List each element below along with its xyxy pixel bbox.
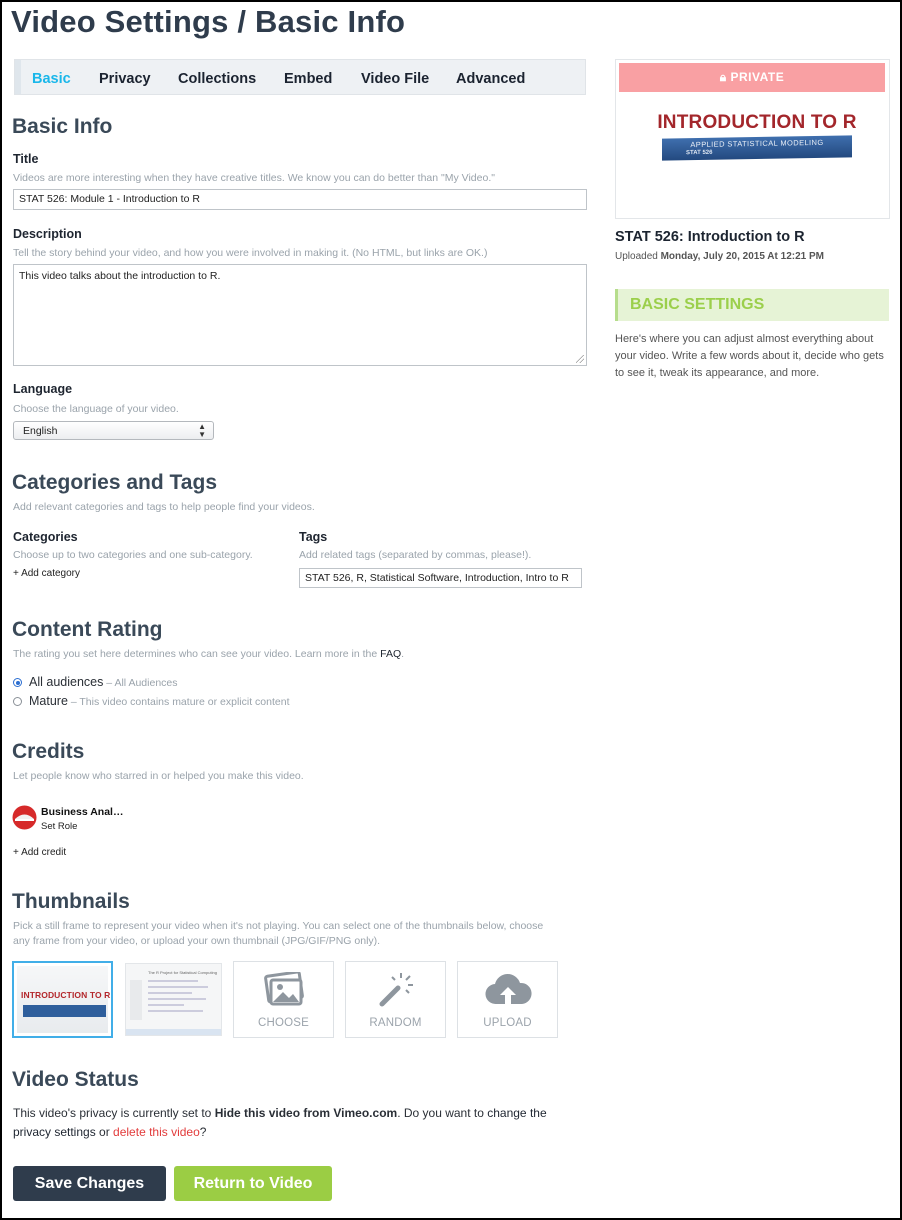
title-hint: Videos are more interesting when they ha… (13, 172, 495, 184)
thumbnails-heading: Thumbnails (12, 890, 130, 913)
random-thumbnail-button[interactable]: RANDOM (345, 961, 446, 1038)
settings-tabs: Basic Privacy Collections Embed Video Fi… (14, 59, 586, 95)
change-privacy-link-part2[interactable]: privacy settings (13, 1125, 96, 1139)
return-to-video-button[interactable]: Return to Video (174, 1166, 332, 1201)
video-status-text: This video's privacy is currently set to… (13, 1106, 547, 1139)
description-hint: Tell the story behind your video, and ho… (13, 247, 488, 259)
rating-mature-radio[interactable] (13, 697, 22, 706)
choose-label: CHOOSE (257, 1017, 310, 1029)
page-frame: Video Settings / Basic Info Basic Privac… (0, 0, 902, 1220)
thumbnail-1-image: INTRODUCTION TO R (17, 966, 111, 1033)
preview-title-text: INTRODUCTION TO R (657, 112, 857, 133)
thumbnail-1-title: INTRODUCTION TO R (21, 990, 111, 1000)
faq-link[interactable]: FAQ (380, 648, 401, 660)
upload-date: Uploaded Monday, July 20, 2015 At 12:21 … (615, 251, 824, 262)
video-title: STAT 526: Introduction to R (615, 229, 805, 245)
thumbnails-hint-line1: Pick a still frame to represent your vid… (13, 920, 544, 932)
resize-handle-icon[interactable] (576, 355, 584, 363)
tab-collections[interactable]: Collections (178, 71, 256, 87)
image-icon (264, 972, 304, 1006)
random-label: RANDOM (369, 1017, 422, 1029)
categories-tags-hint: Add relevant categories and tags to help… (13, 501, 315, 513)
preview-course-text: STAT 526 (686, 149, 713, 157)
preview-banner: APPLIED STATISTICAL MODELING STAT 526 (662, 135, 852, 161)
page-title: Video Settings / Basic Info (11, 4, 406, 39)
upload-label: UPLOAD (483, 1017, 532, 1029)
rating-all-audiences-label[interactable]: All audiences – All Audiences (29, 675, 178, 689)
thumbnail-frame-1[interactable]: INTRODUCTION TO R (12, 961, 113, 1038)
tags-hint: Add related tags (separated by commas, p… (299, 549, 532, 561)
avatar[interactable] (12, 805, 37, 830)
tab-advanced[interactable]: Advanced (456, 71, 525, 87)
description-textarea[interactable]: This video talks about the introduction … (13, 264, 587, 366)
rating-mature-label[interactable]: Mature – This video contains mature or e… (29, 694, 290, 708)
choose-thumbnail-button[interactable]: CHOOSE (233, 961, 334, 1038)
categories-hint: Choose up to two categories and one sub-… (13, 549, 253, 561)
thumbnails-hint-line2: any frame from your video, or upload you… (13, 935, 381, 947)
language-value: English (23, 425, 58, 437)
thumbnail-2-title: The R Project for Statistical Computing (148, 970, 217, 975)
credit-person-name[interactable]: Business Anal… (41, 806, 123, 818)
language-hint: Choose the language of your video. (13, 403, 179, 415)
title-input[interactable]: STAT 526: Module 1 - Introduction to R (13, 189, 587, 210)
content-rating-hint: The rating you set here determines who c… (13, 648, 405, 660)
language-label: Language (13, 382, 73, 396)
preview-subtitle-text: APPLIED STATISTICAL MODELING (690, 137, 824, 150)
save-changes-button[interactable]: Save Changes (13, 1166, 166, 1201)
lock-icon: 🔒︎ (719, 70, 731, 84)
tags-label: Tags (299, 530, 328, 544)
basic-settings-heading: BASIC SETTINGS (615, 289, 889, 321)
language-select[interactable]: English ▲ ▼ (13, 421, 214, 440)
tab-embed[interactable]: Embed (284, 71, 332, 87)
private-badge: 🔒︎ PRIVATE (619, 63, 885, 92)
video-status-heading: Video Status (12, 1068, 139, 1091)
change-privacy-link-part1[interactable]: change the (487, 1106, 546, 1120)
credit-set-role-link[interactable]: Set Role (41, 821, 77, 832)
tab-video-file[interactable]: Video File (361, 71, 429, 87)
tab-privacy[interactable]: Privacy (99, 71, 151, 87)
preview-artwork: INTRODUCTION TO R APPLIED STATISTICAL MO… (652, 107, 862, 167)
basic-info-heading: Basic Info (12, 115, 113, 138)
title-label: Title (13, 152, 39, 166)
magic-wand-icon (379, 973, 413, 1007)
credits-heading: Credits (12, 740, 85, 763)
upload-thumbnail-button[interactable]: UPLOAD (457, 961, 558, 1038)
categories-label: Categories (13, 530, 78, 544)
rating-all-audiences-radio[interactable] (13, 678, 22, 687)
thumbnail-frame-2[interactable]: The R Project for Statistical Computing (123, 961, 224, 1038)
add-credit-link[interactable]: + Add credit (13, 847, 66, 858)
cloud-upload-icon (485, 974, 532, 1005)
description-label: Description (13, 227, 82, 241)
credits-hint: Let people know who starred in or helped… (13, 770, 304, 782)
content-rating-heading: Content Rating (12, 618, 163, 641)
select-arrows-icon: ▲ ▼ (198, 422, 206, 439)
tabs-accent (15, 60, 21, 94)
categories-tags-heading: Categories and Tags (12, 471, 217, 494)
tab-basic[interactable]: Basic (19, 60, 85, 94)
thumbnail-2-image: The R Project for Statistical Computing (125, 963, 222, 1036)
delete-video-link[interactable]: delete this video (113, 1125, 200, 1139)
tags-input[interactable]: STAT 526, R, Statistical Software, Intro… (299, 568, 582, 588)
description-text: This video talks about the introduction … (19, 270, 221, 282)
add-category-link[interactable]: + Add category (13, 568, 80, 579)
privacy-setting-value: Hide this video from Vimeo.com (214, 1106, 398, 1120)
basic-settings-description: Here's where you can adjust almost every… (615, 333, 884, 379)
thumbnail-1-banner (23, 1005, 106, 1017)
